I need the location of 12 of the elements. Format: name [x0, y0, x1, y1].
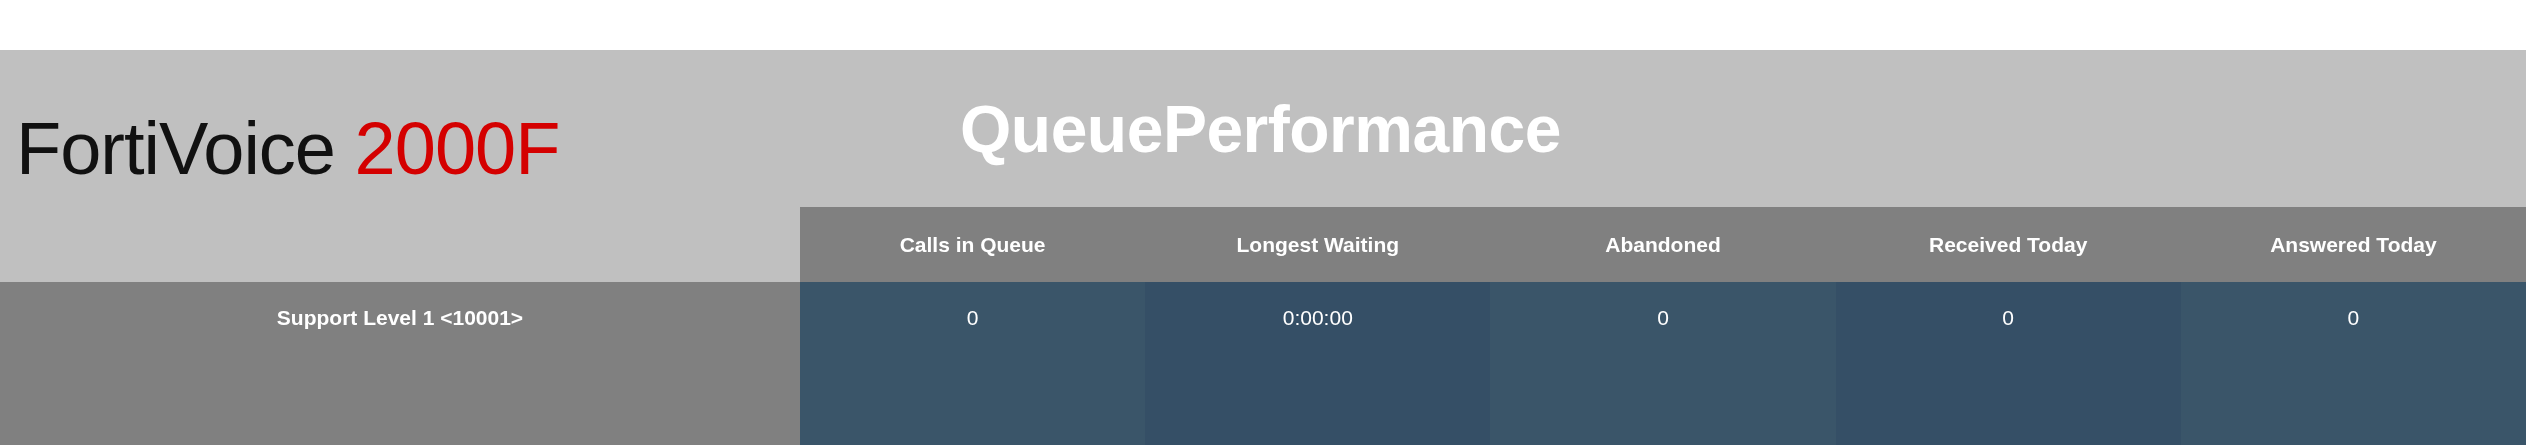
table-cell-text: 0 [966, 305, 979, 331]
column-header: Calls in Queue [898, 231, 1047, 258]
column-header: Longest Waiting [1235, 231, 1401, 258]
column-header: Received Today [1928, 231, 2089, 258]
queue-name: Support Level 1 <10001> [276, 305, 524, 331]
column-header: Answered Today [2269, 231, 2438, 258]
product-logo: FortiVoice 2000F [16, 112, 561, 186]
column-header: Abandoned [1604, 231, 1722, 258]
table-cell-text: 0 [2347, 305, 2360, 331]
table-cell-text: 0 [1657, 305, 1669, 331]
table-cell-text: 0 [2002, 305, 2015, 331]
table-cell-text: 0:00:00 [1282, 305, 1353, 331]
